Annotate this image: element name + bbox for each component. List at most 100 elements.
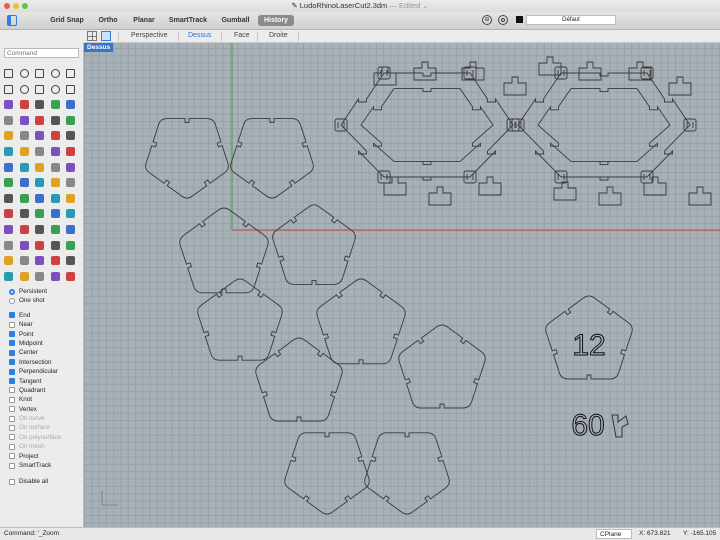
osnap-midpoint-checkbox[interactable] [9,340,15,347]
toggle-gumball[interactable]: Gumball [219,15,252,26]
chain-connector[interactable] [628,61,652,81]
tool-icon[interactable] [4,69,13,78]
osnap-smarttrack[interactable]: SmartTrack [9,461,61,470]
tool-icon[interactable] [35,193,44,203]
toggle-grid-snap[interactable]: Grid Snap [48,15,86,26]
toggle-planar[interactable]: Planar [131,15,157,26]
tool-icon[interactable] [19,209,29,219]
chain-connector[interactable] [478,176,502,196]
tool-icon[interactable] [19,193,29,203]
tool-icon[interactable] [19,146,29,156]
tool-icon[interactable] [50,193,60,203]
tool-icon[interactable] [19,84,29,94]
tool-icon[interactable] [50,69,60,78]
filter-icon[interactable] [498,15,508,25]
tool-icon[interactable] [66,178,75,188]
tool-icon[interactable] [66,256,75,266]
osnap-point-checkbox[interactable] [9,331,15,338]
hex-chain-piece[interactable] [511,66,697,184]
osnap-on-polysurface[interactable]: On polysurface [9,433,61,442]
tool-icon[interactable] [4,178,13,188]
osnap-knot[interactable]: Knot [9,395,61,404]
tool-icon[interactable] [35,69,44,78]
tool-icon[interactable] [4,256,13,266]
tool-icon[interactable] [50,256,60,266]
tool-icon[interactable] [35,100,44,110]
four-view-icon[interactable] [87,31,97,41]
tool-icon[interactable] [50,240,60,250]
tool-icon[interactable] [50,100,60,110]
tool-icon[interactable] [50,115,60,125]
tool-icon[interactable] [50,209,60,219]
tool-icon[interactable] [35,209,44,219]
chain-connector[interactable] [688,186,712,206]
osnap-tangent-checkbox[interactable] [9,378,15,385]
tool-icon[interactable] [35,131,44,141]
osnap-perpendicular-checkbox[interactable] [9,368,15,375]
osnap-intersection[interactable]: Intersection [9,358,61,367]
tab-face[interactable]: Face [234,32,250,39]
osnap-on-curve[interactable]: On curve [9,414,61,423]
tool-icon[interactable] [4,115,13,125]
osnap-point[interactable]: Point [9,330,61,339]
tool-icon[interactable] [35,84,44,94]
chain-connector[interactable] [578,61,602,81]
osnap-end[interactable]: End [9,311,61,320]
tool-icon[interactable] [19,131,29,141]
tool-icon[interactable] [4,271,13,281]
command-input[interactable] [4,48,79,58]
tool-icon[interactable] [66,209,75,219]
disable-all-option[interactable]: Disable all [9,477,61,486]
tool-icon[interactable] [50,162,60,172]
osnap-quadrant-checkbox[interactable] [9,387,15,394]
tab-dessus[interactable]: Dessus [188,32,211,39]
tool-icon[interactable] [4,240,13,250]
tool-icon[interactable] [35,271,44,281]
osnap-smarttrack-checkbox[interactable] [9,462,15,469]
tool-icon[interactable] [66,146,75,156]
osnap-midpoint[interactable]: Midpoint [9,339,61,348]
tool-icon[interactable] [19,271,29,281]
persistent-radio[interactable] [9,288,15,295]
tool-icon[interactable] [19,224,29,234]
tool-icon[interactable] [66,193,75,203]
osnap-center-checkbox[interactable] [9,349,15,356]
tool-icon[interactable] [66,115,75,125]
viewport-label[interactable]: Dessus [84,43,114,52]
osnap-knot-checkbox[interactable] [9,396,15,403]
tool-icon[interactable] [50,146,60,156]
tool-icon[interactable] [35,146,44,156]
tool-icon[interactable] [50,131,60,141]
pentagon-piece[interactable] [145,118,229,199]
tool-icon[interactable] [50,271,60,281]
toggle-history[interactable]: History [258,15,294,26]
osnap-on-polysurface-checkbox[interactable] [9,434,15,441]
pentagon-piece[interactable] [179,207,269,294]
layer-dropdown[interactable]: Défaut [526,15,616,25]
osnap-near-checkbox[interactable] [9,321,15,328]
tool-icon[interactable] [19,162,29,172]
tool-icon[interactable] [19,115,29,125]
tool-icon[interactable] [66,131,75,141]
tab-perspective[interactable]: Perspective [131,32,168,39]
tool-icon[interactable] [4,131,13,141]
record-history-icon[interactable]: ⊖ [482,15,492,25]
pentagon-piece[interactable] [284,432,370,515]
chain-connector[interactable] [643,176,667,196]
osnap-on-mesh-checkbox[interactable] [9,443,15,450]
tool-icon[interactable] [35,240,44,250]
tool-icon[interactable] [19,69,29,78]
tool-icon[interactable] [66,224,75,234]
toggle-ortho[interactable]: Ortho [95,15,121,26]
tool-icon[interactable] [35,162,44,172]
tool-icon[interactable] [19,256,29,266]
viewport-dessus[interactable]: 12 60 Dessus [84,43,720,527]
tool-icon[interactable] [4,100,13,110]
osnap-center[interactable]: Center [9,348,61,357]
tool-icon[interactable] [19,178,29,188]
osnap-tangent[interactable]: Tangent [9,377,61,386]
tool-icon[interactable] [19,240,29,250]
tool-icon[interactable] [4,146,13,156]
osnap-vertex[interactable]: Vertex [9,405,61,414]
osnap-perpendicular[interactable]: Perpendicular [9,367,61,376]
